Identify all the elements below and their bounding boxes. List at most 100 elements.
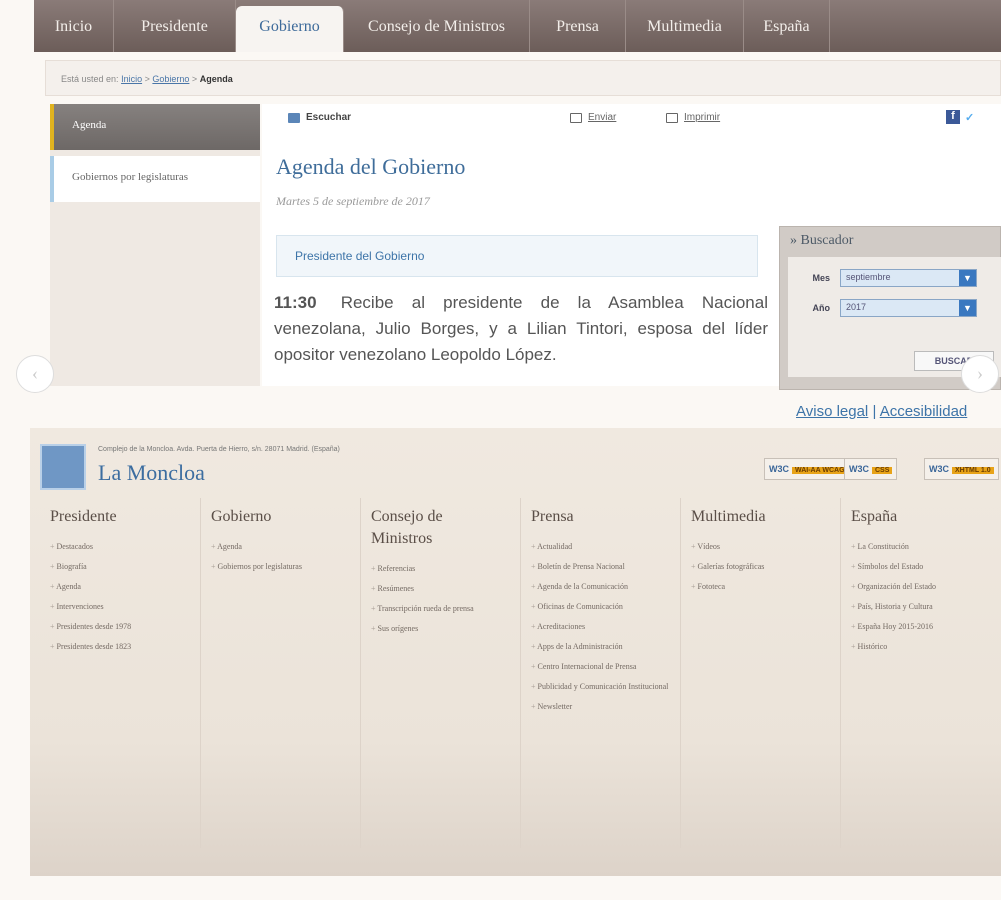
tab-gobierno[interactable]: Gobierno (236, 6, 344, 52)
sidebar-item-agenda[interactable]: Agenda (50, 104, 260, 150)
footer-link[interactable]: Agenda (211, 540, 331, 553)
sidebar-item-gobiernos-por-legislaturas[interactable]: Gobiernos por legislaturas (50, 156, 260, 202)
footer-link[interactable]: Referencias (371, 562, 511, 575)
carousel-next-button[interactable]: › (961, 355, 999, 393)
footer-link[interactable]: Actualidad (531, 540, 671, 553)
legal-separator: | (872, 403, 877, 420)
listen-button[interactable]: Escuchar (288, 112, 351, 123)
tab-prensa[interactable]: Prensa (530, 0, 626, 52)
year-label: Año (812, 303, 831, 313)
footer-column-multimedia: Multimedia Vídeos Galerías fotográficas … (691, 506, 831, 600)
speaker-icon (288, 112, 300, 123)
footer-divider (680, 498, 681, 848)
footer-link[interactable]: Agenda (50, 580, 200, 593)
search-panel-title: » Buscador (790, 233, 854, 248)
aviso-legal-link[interactable]: Aviso legal (796, 403, 868, 420)
footer-link[interactable]: Símbolos del Estado (851, 560, 996, 573)
envelope-icon (570, 112, 582, 123)
tab-multimedia[interactable]: Multimedia (626, 0, 744, 52)
month-label: Mes (812, 273, 830, 283)
footer-column-title[interactable]: Prensa (531, 506, 671, 528)
w3c-xhtml-badge[interactable]: W3C XHTML 1.0 (924, 458, 999, 480)
top-navigation: Inicio Presidente Gobierno Consejo de Mi… (34, 0, 1001, 52)
footer-link[interactable]: Presidentes desde 1978 (50, 620, 200, 633)
xhtml-badge-label: XHTML 1.0 (952, 467, 994, 474)
footer-link[interactable]: La Constitución (851, 540, 996, 553)
printer-icon (666, 112, 678, 123)
twitter-icon[interactable]: ✓ (965, 111, 977, 124)
footer-link[interactable]: Publicidad y Comunicación Institucional (531, 680, 671, 693)
agenda-event: 11:30 Recibe al presidente de la Asamble… (274, 290, 768, 368)
send-label: Enviar (588, 112, 617, 123)
tab-consejo-de-ministros[interactable]: Consejo de Ministros (344, 0, 530, 52)
css-badge-label: CSS (872, 467, 893, 474)
footer-column-presidente: Presidente Destacados Biografía Agenda I… (50, 506, 200, 660)
footer-column-title[interactable]: España (851, 506, 996, 528)
footer-link[interactable]: Galerías fotográficas (691, 560, 831, 573)
footer-column-title[interactable]: Presidente (50, 506, 200, 528)
footer-column-title[interactable]: Multimedia (691, 506, 831, 528)
footer-brand[interactable]: La Moncloa (98, 460, 205, 486)
footer-link[interactable]: País, Historia y Cultura (851, 600, 996, 613)
year-value: 2017 (846, 302, 867, 312)
year-row: Año 2017 ▼ (804, 299, 977, 317)
agenda-date: Martes 5 de septiembre de 2017 (276, 194, 430, 208)
event-text: Recibe al presidente de la Asamblea Naci… (274, 293, 768, 364)
footer: Complejo de la Moncloa. Avda. Puerta de … (30, 428, 1001, 876)
print-link[interactable]: Imprimir (666, 112, 720, 123)
send-link[interactable]: Enviar (570, 112, 616, 123)
year-select[interactable]: 2017 ▼ (840, 299, 977, 317)
footer-column-gobierno: Gobierno Agenda Gobiernos por legislatur… (211, 506, 331, 580)
chevron-left-icon: ‹ (32, 363, 38, 383)
breadcrumb-separator: > (191, 74, 198, 84)
footer-link[interactable]: Presidentes desde 1823 (50, 640, 200, 653)
facebook-icon[interactable]: f (946, 110, 960, 124)
footer-link[interactable]: Newsletter (531, 700, 671, 713)
listen-label: Escuchar (306, 112, 352, 123)
footer-address: Complejo de la Moncloa. Avda. Puerta de … (98, 446, 340, 453)
print-label: Imprimir (684, 112, 721, 123)
breadcrumb-current: Agenda (199, 74, 233, 84)
month-select[interactable]: septiembre ▼ (840, 269, 977, 287)
page-title: Agenda del Gobierno (276, 154, 466, 179)
footer-link[interactable]: Organización del Estado (851, 580, 996, 593)
footer-column-title[interactable]: Gobierno (211, 506, 331, 528)
footer-link[interactable]: Gobiernos por legislaturas (211, 560, 331, 573)
footer-link[interactable]: Boletín de Prensa Nacional (531, 560, 671, 573)
tab-espana[interactable]: España (744, 0, 830, 52)
tab-inicio[interactable]: Inicio (34, 0, 114, 52)
event-time: 11:30 (274, 293, 317, 312)
footer-link[interactable]: Acreditaciones (531, 620, 671, 633)
footer-link[interactable]: Sus orígenes (371, 622, 511, 635)
footer-link[interactable]: Intervenciones (50, 600, 200, 613)
moncloa-logo-icon[interactable] (40, 444, 86, 490)
footer-link[interactable]: Destacados (50, 540, 200, 553)
footer-link[interactable]: Oficinas de Comunicación (531, 600, 671, 613)
footer-link[interactable]: Apps de la Administración (531, 640, 671, 653)
footer-column-espana: España La Constitución Símbolos del Esta… (851, 506, 996, 660)
footer-divider (200, 498, 201, 848)
footer-column-prensa: Prensa Actualidad Boletín de Prensa Naci… (531, 506, 671, 720)
footer-link[interactable]: España Hoy 2015-2016 (851, 620, 996, 633)
month-row: Mes septiembre ▼ (804, 269, 977, 287)
breadcrumb-label: Está usted en: (61, 74, 119, 84)
footer-link[interactable]: Agenda de la Comunicación (531, 580, 671, 593)
carousel-prev-button[interactable]: ‹ (16, 355, 54, 393)
accesibilidad-link[interactable]: Accesibilidad (880, 403, 968, 420)
footer-link[interactable]: Resúmenes (371, 582, 511, 595)
footer-link[interactable]: Transcripción rueda de prensa (371, 602, 511, 615)
footer-column-title[interactable]: Consejo de Ministros (371, 506, 481, 550)
footer-link[interactable]: Centro Internacional de Prensa (531, 660, 671, 673)
section-header: Presidente del Gobierno (276, 235, 758, 277)
breadcrumb-inicio[interactable]: Inicio (121, 74, 142, 84)
footer-link[interactable]: Biografía (50, 560, 200, 573)
legal-links: Aviso legal | Accesibilidad (796, 403, 967, 420)
footer-link[interactable]: Fototeca (691, 580, 831, 593)
footer-link[interactable]: Vídeos (691, 540, 831, 553)
w3c-css-badge[interactable]: W3C CSS (844, 458, 898, 480)
breadcrumb-gobierno[interactable]: Gobierno (152, 74, 189, 84)
footer-link[interactable]: Histórico (851, 640, 996, 653)
footer-divider (840, 498, 841, 848)
tab-presidente[interactable]: Presidente (114, 0, 236, 52)
breadcrumb: Está usted en: Inicio > Gobierno > Agend… (45, 60, 1001, 96)
